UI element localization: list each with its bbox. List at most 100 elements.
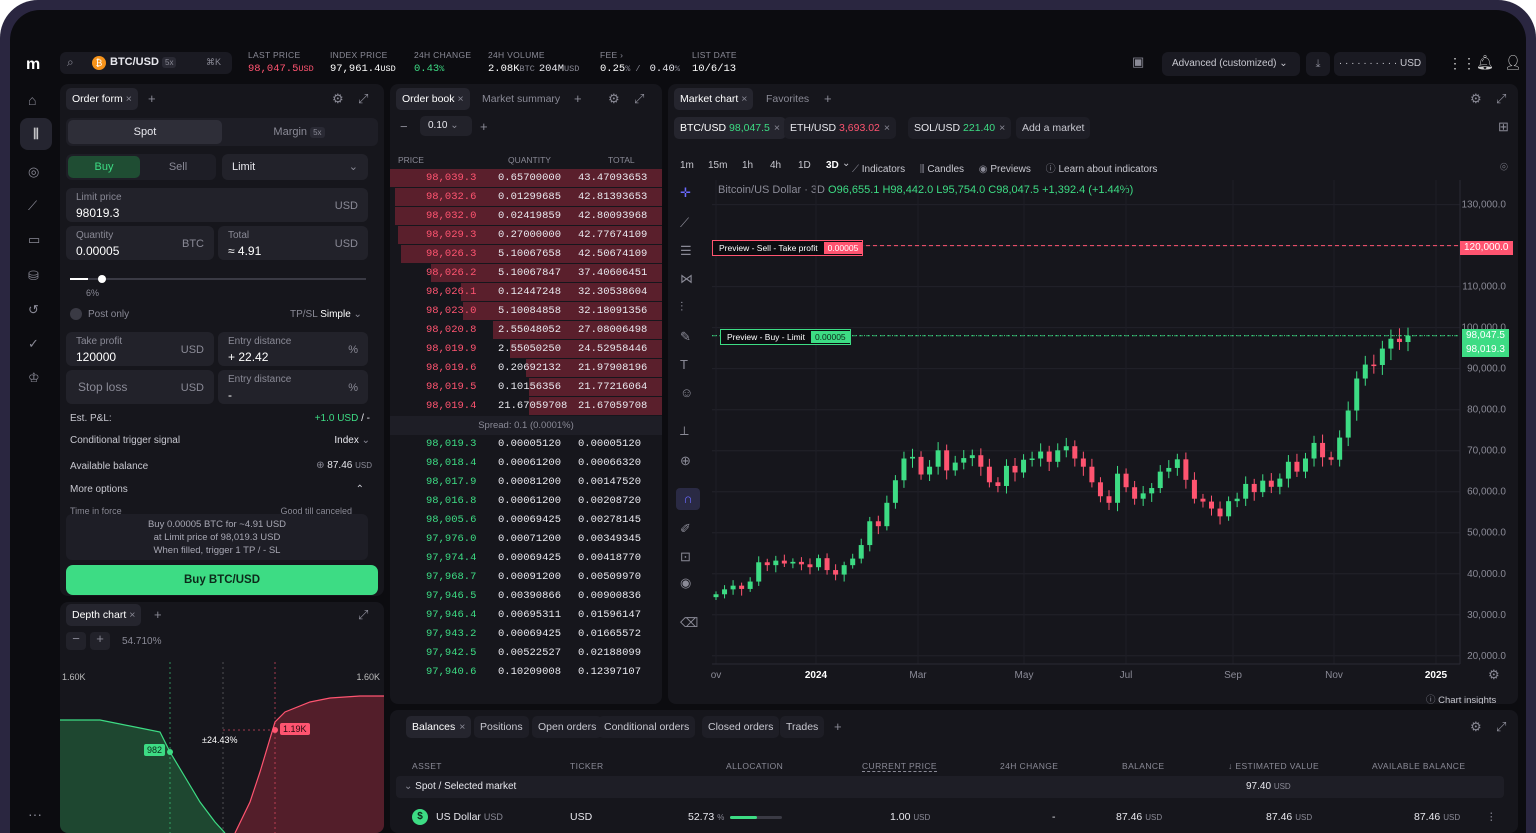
ask-row[interactable]: 98,019.9 2.55050250 24.52958446 (390, 340, 662, 359)
user-icon[interactable]: 👤︎ (1504, 54, 1522, 71)
settings-icon[interactable]: ⚙ (1470, 720, 1482, 734)
buy-tab[interactable]: Buy (68, 156, 140, 178)
order-type-select[interactable]: Limit ⌄ (222, 154, 368, 180)
time-in-force-row[interactable]: Time in force Good till canceled (70, 506, 368, 514)
sell-tab[interactable]: Sell (142, 156, 214, 178)
bid-row[interactable]: 98,018.4 0.00061200 0.00066320 (390, 454, 662, 473)
tab-market-summary[interactable]: Market summary (476, 88, 566, 110)
column-header[interactable]: CURRENT PRICE (862, 761, 937, 772)
ask-row[interactable]: 98,026.1 0.12447248 32.30538604 (390, 283, 662, 302)
amount-slider[interactable] (70, 272, 366, 286)
more-icon[interactable]: ··· (28, 806, 42, 822)
home-icon[interactable]: ⌂ (28, 92, 36, 108)
bid-row[interactable]: 97,968.7 0.00091200 0.00509970 (390, 568, 662, 587)
trade-icon[interactable]: ⫼ (20, 118, 52, 150)
close-icon[interactable]: × (459, 721, 465, 733)
tab-balances[interactable]: Balances × (406, 716, 472, 738)
ask-row[interactable]: 98,039.3 0.65700000 43.47093653 (390, 169, 662, 188)
tab-closed-orders[interactable]: Closed orders (702, 716, 780, 738)
bell-icon[interactable]: 🔔︎ (1476, 54, 1494, 71)
quantity-field[interactable]: Quantity 0.00005 BTC (66, 226, 214, 260)
add-funds-icon[interactable]: ⊕ (316, 460, 324, 471)
history-icon[interactable]: ↺ (28, 302, 39, 318)
bid-row[interactable]: 97,946.5 0.00390866 0.00900836 (390, 587, 662, 606)
ask-row[interactable]: 98,019.4 21.67059708 21.67059708 (390, 397, 662, 416)
group-row[interactable]: ⌄ Spot / Selected market 97.40 USD (396, 776, 1504, 798)
sell-preview-label[interactable]: Preview - Sell - Take profit 0.00005 (712, 240, 864, 256)
bid-row[interactable]: 97,976.0 0.00071200 0.00349345 (390, 530, 662, 549)
tpsl-select[interactable]: TP/SL Simple ⌄ (290, 309, 362, 320)
bid-row[interactable]: 97,942.5 0.00522527 0.02188099 (390, 644, 662, 663)
tick-size-select[interactable]: 0.10 ⌄ (420, 116, 472, 136)
earn-icon[interactable]: ⛁ (28, 268, 39, 284)
column-header[interactable]: ↓ ESTIMATED VALUE (1228, 761, 1319, 771)
expand-icon[interactable]: ⤢ (1496, 720, 1506, 734)
tab-open-orders[interactable]: Open orders (532, 716, 603, 738)
expand-icon[interactable]: ⤢ (634, 92, 644, 106)
margin-tab[interactable]: Margin 5x (222, 120, 376, 144)
add-tab-icon[interactable]: + (834, 720, 842, 734)
ask-row[interactable]: 98,019.6 0.20692132 21.97908196 (390, 359, 662, 378)
bid-row[interactable]: 98,019.3 0.00005120 0.00005120 (390, 435, 662, 454)
sl-entry-distance-field[interactable]: Entry distance - % (218, 370, 368, 404)
tab-order-form[interactable]: Order form × (66, 88, 138, 110)
ask-row[interactable]: 98,026.3 5.10067658 42.50674109 (390, 245, 662, 264)
tab-conditional-orders[interactable]: Conditional orders (598, 716, 696, 738)
take-profit-field[interactable]: Take profit 120000 USD (66, 332, 214, 366)
bid-row[interactable]: 97,946.4 0.00695311 0.01596147 (390, 606, 662, 625)
portfolio-icon[interactable]: ◎ (28, 164, 39, 180)
bid-row[interactable]: 98,017.9 0.00081200 0.00147520 (390, 473, 662, 492)
tab-trades[interactable]: Trades (780, 716, 825, 738)
settings-icon[interactable]: ⚙ (608, 92, 620, 106)
tab-order-book[interactable]: Order book × (396, 88, 470, 110)
slider-handle[interactable] (97, 275, 106, 283)
total-field[interactable]: Total ≈ 4.91 USD (218, 226, 368, 260)
ask-row[interactable]: 98,032.0 0.02419859 42.80093968 (390, 207, 662, 226)
chart-icon[interactable]: ⟋ (28, 198, 37, 214)
submit-buy-button[interactable]: Buy BTC/USD (66, 565, 378, 595)
stop-loss-field[interactable]: Stop loss USD (66, 370, 214, 404)
chart-insights[interactable]: ⓘ Chart insights (1426, 692, 1496, 704)
bid-row[interactable]: 97,940.6 0.10209008 0.12397107 (390, 663, 662, 682)
apps-grid-icon[interactable]: ⋮⋮ (1448, 55, 1476, 72)
post-only-checkbox[interactable] (70, 308, 82, 320)
balance-row[interactable]: $ US Dollar USD USD 52.73 % 1.00 USD - 8… (396, 806, 1504, 828)
bid-price: 97,976.0 (426, 533, 477, 545)
wallet-icon[interactable]: ▭ (28, 232, 40, 248)
balance-display[interactable]: · · · · · · · · · · USD (1334, 52, 1426, 76)
spot-tab[interactable]: Spot (68, 120, 222, 144)
settings-icon[interactable]: ⚙ (332, 92, 344, 106)
add-tab-icon[interactable]: + (574, 92, 582, 106)
close-icon[interactable]: × (457, 93, 463, 105)
ask-row[interactable]: 98,026.2 5.10067847 37.40606451 (390, 264, 662, 283)
close-icon[interactable]: × (126, 93, 132, 105)
trophy-icon[interactable]: ♔ (28, 370, 40, 386)
verified-icon[interactable]: ✓ (28, 336, 39, 352)
bid-row[interactable]: 97,974.4 0.00069425 0.00418770 (390, 549, 662, 568)
ask-row[interactable]: 98,032.6 0.01299685 42.81393653 (390, 188, 662, 207)
more-options-toggle[interactable]: More options ⌃ (70, 484, 368, 498)
ask-row[interactable]: 98,029.3 0.27000000 42.77674109 (390, 226, 662, 245)
limit-price-field[interactable]: Limit price 98019.3 USD (66, 188, 368, 222)
tab-positions[interactable]: Positions (474, 716, 529, 738)
row-menu-icon[interactable]: ⋮ (1486, 806, 1497, 828)
trigger-select[interactable]: Index ⌄ (334, 435, 370, 446)
ask-row[interactable]: 98,019.5 0.10156356 21.77216064 (390, 378, 662, 397)
expand-icon[interactable]: ⤢ (358, 92, 368, 106)
tick-increase-button[interactable]: + (480, 120, 488, 134)
tp-entry-distance-field[interactable]: Entry distance + 22.42 % (218, 332, 368, 366)
tick-decrease-button[interactable]: − (400, 120, 408, 134)
layout-select[interactable]: Advanced (customized) ⌄ (1162, 52, 1300, 76)
axis-settings-icon[interactable]: ⚙ (1488, 668, 1500, 682)
bid-row[interactable]: 97,943.2 0.00069425 0.01665572 (390, 625, 662, 644)
layout-icon[interactable]: ▣ (1132, 54, 1152, 74)
bid-row[interactable]: 98,005.6 0.00069425 0.00278145 (390, 511, 662, 530)
pair-selector[interactable]: ⌕ ₿ BTC/USD 5x ⌘K (60, 52, 232, 74)
ask-row[interactable]: 98,020.8 2.55048052 27.08006498 (390, 321, 662, 340)
download-icon[interactable]: ⤓ (1306, 52, 1330, 76)
add-tab-icon[interactable]: + (148, 92, 156, 106)
logo[interactable]: m (26, 56, 40, 74)
bid-row[interactable]: 98,016.8 0.00061200 0.00208720 (390, 492, 662, 511)
ask-row[interactable]: 98,023.0 5.10084858 32.18091356 (390, 302, 662, 321)
buy-preview-label[interactable]: Preview - Buy - Limit 0.00005 (720, 329, 851, 345)
